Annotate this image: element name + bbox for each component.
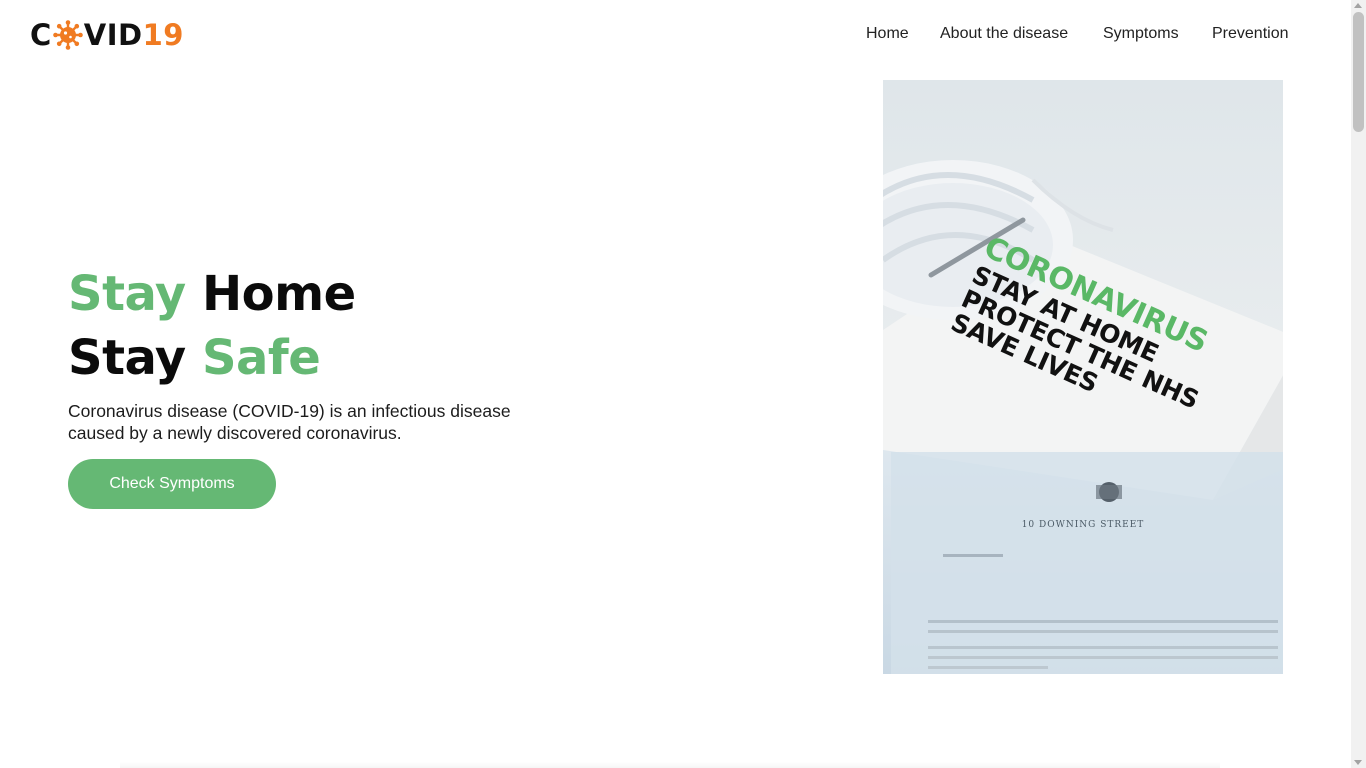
- nav-symptoms[interactable]: Symptoms: [1103, 25, 1179, 43]
- hero-description: Coronavirus disease (COVID-19) is an inf…: [68, 401, 511, 443]
- heading-word-stay: Stay: [68, 330, 186, 386]
- heading-word-home: Home: [201, 266, 356, 322]
- heading-line-1: Stay Home: [68, 266, 356, 322]
- nav-home[interactable]: Home: [866, 25, 909, 43]
- scroll-down-arrow-icon[interactable]: [1354, 760, 1362, 765]
- hero-heading: Stay Home Stay Safe: [68, 262, 588, 390]
- check-symptoms-button[interactable]: Check Symptoms: [68, 459, 276, 509]
- hero-section: Stay Home Stay Safe Coronavirus disease …: [68, 262, 588, 509]
- heading-word-safe-green: Safe: [201, 330, 321, 386]
- heading-line-2: Stay Safe: [68, 330, 321, 386]
- heading-word-stay-green: Stay: [68, 266, 186, 322]
- scroll-up-arrow-icon[interactable]: [1354, 3, 1362, 8]
- next-section-edge: [120, 762, 1220, 768]
- main-nav: Home About the disease Symptoms Preventi…: [0, 25, 1366, 47]
- hero-image: CORONAVIRUS STAY AT HOME PROTECT THE NHS…: [883, 80, 1283, 674]
- nav-prevention[interactable]: Prevention: [1212, 25, 1289, 43]
- page-scrollbar[interactable]: [1351, 0, 1366, 768]
- nav-about-the-disease[interactable]: About the disease: [940, 25, 1068, 43]
- crest-icon: [1096, 482, 1122, 502]
- scrollbar-thumb[interactable]: [1353, 12, 1364, 132]
- letterhead-text: 10 DOWNING STREET: [1021, 520, 1145, 530]
